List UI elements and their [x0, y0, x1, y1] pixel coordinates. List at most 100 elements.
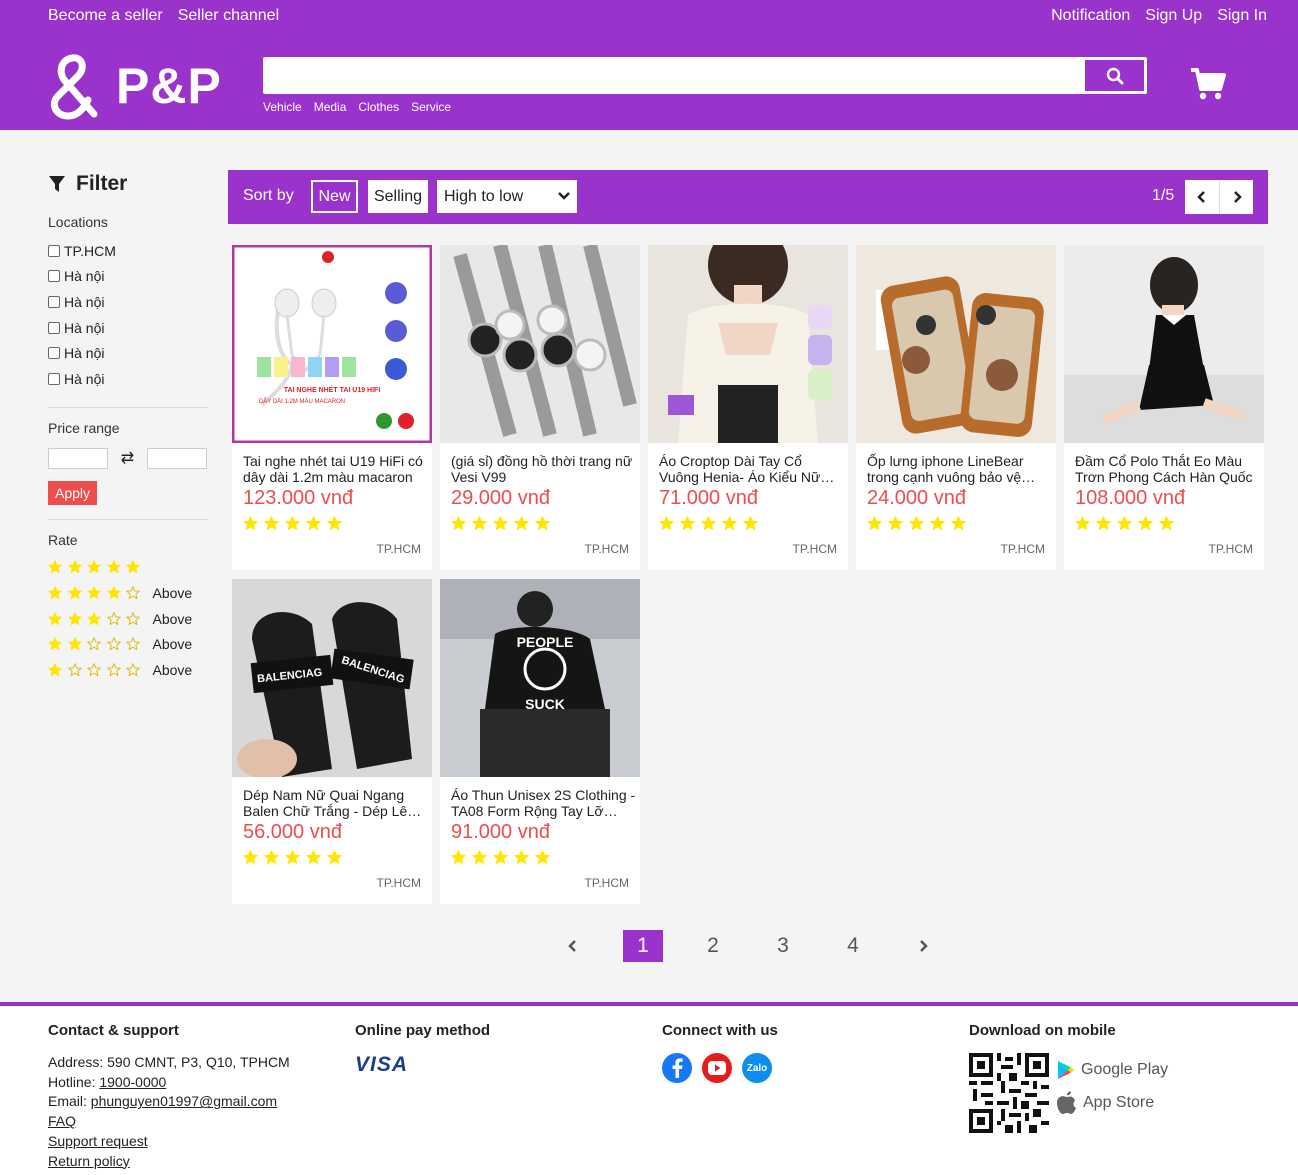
sign-up-link[interactable]: Sign Up [1145, 7, 1202, 25]
rating-filter-2[interactable]: Above [48, 631, 208, 657]
category-service[interactable]: Service [411, 100, 451, 114]
product-name[interactable]: Đầm Cổ Polo Thắt Eo Màu Trơn Phong Cách … [1075, 453, 1260, 485]
product-name[interactable]: Dép Nam Nữ Quai Ngang Balen Chữ Trắng - … [243, 787, 428, 819]
email-link[interactable]: phunguyen01997@gmail.com [91, 1093, 277, 1109]
location-checkbox[interactable] [48, 270, 60, 283]
google-play-icon [1058, 1060, 1075, 1079]
location-checkbox[interactable] [48, 295, 60, 308]
category-links: Vehicle Media Clothes Service [263, 100, 451, 114]
page-4-button[interactable]: 4 [833, 930, 873, 962]
prev-page-button[interactable] [1185, 180, 1219, 214]
location-option[interactable]: Hà nội [48, 340, 208, 366]
star-icon [680, 516, 695, 531]
product-image[interactable] [1064, 245, 1264, 443]
search-button[interactable] [1085, 60, 1144, 91]
pagination-prev-button[interactable] [563, 930, 583, 962]
google-play-link[interactable]: Google Play [1057, 1053, 1168, 1086]
rating-filter-5[interactable] [48, 555, 208, 581]
product-card[interactable]: Ốp lưng iphone LineBear trong cạnh vuông… [856, 245, 1056, 570]
price-min-input[interactable] [48, 447, 108, 469]
category-clothes[interactable]: Clothes [358, 100, 399, 114]
site-header: Become a seller Seller channel Notificat… [0, 0, 1298, 130]
product-image[interactable]: BALENCIAG BALENCIAG [232, 579, 432, 777]
product-image[interactable] [856, 245, 1056, 443]
seller-channel-link[interactable]: Seller channel [178, 7, 279, 25]
star-icon [451, 516, 466, 531]
location-option[interactable]: Hà nội [48, 264, 208, 290]
sort-price-select[interactable]: High to low [437, 180, 577, 213]
faq-link[interactable]: FAQ [48, 1113, 76, 1129]
rating-above-label: Above [152, 610, 193, 627]
search-input[interactable] [263, 57, 1083, 94]
location-option[interactable]: TP.HCM [48, 238, 208, 264]
logo[interactable]: P&P [48, 52, 222, 120]
apply-button[interactable]: Apply [48, 480, 97, 505]
star-icon [659, 516, 674, 531]
cart-button[interactable] [1190, 67, 1226, 106]
star-icon [1075, 516, 1090, 531]
zalo-icon[interactable]: Zalo [742, 1053, 772, 1083]
app-store-link[interactable]: App Store [1057, 1086, 1168, 1119]
product-image[interactable]: PEOPLE SUCK [440, 579, 640, 777]
category-vehicle[interactable]: Vehicle [263, 100, 302, 114]
sign-in-link[interactable]: Sign In [1217, 7, 1267, 25]
product-price: 24.000 vnđ [867, 487, 966, 509]
product-card[interactable]: Áo Croptop Dài Tay Cổ Vuông Henia- Áo Ki… [648, 245, 848, 570]
location-checkbox[interactable] [48, 347, 60, 360]
sort-new-button[interactable]: New [311, 180, 358, 213]
rating-filter-4[interactable]: Above [48, 580, 208, 606]
notification-link[interactable]: Notification [1051, 7, 1130, 25]
product-image[interactable] [440, 245, 640, 443]
rating-filter-1[interactable]: Above [48, 657, 208, 683]
facebook-icon[interactable] [662, 1053, 692, 1083]
product-card[interactable]: PEOPLE SUCK Áo Thun Unisex 2S Clothing - T… [440, 579, 640, 904]
product-name[interactable]: Áo Croptop Dài Tay Cổ Vuông Henia- Áo Ki… [659, 453, 844, 485]
star-icon [106, 611, 121, 626]
star-icon [243, 516, 258, 531]
product-rating [1075, 516, 1180, 536]
price-max-input[interactable] [147, 447, 207, 469]
product-image[interactable] [648, 245, 848, 443]
product-name[interactable]: (giá sỉ) đồng hồ thời trang nữ Vesi V99 [451, 453, 636, 485]
sort-selling-button[interactable]: Selling [368, 180, 428, 213]
category-media[interactable]: Media [314, 100, 347, 114]
pagination-next-button[interactable] [913, 930, 933, 962]
page-3-button[interactable]: 3 [763, 930, 803, 962]
divider [48, 406, 208, 408]
search-box [263, 57, 1147, 94]
product-name[interactable]: Áo Thun Unisex 2S Clothing - TA08 Form R… [451, 787, 636, 819]
page-1-button[interactable]: 1 [623, 930, 663, 962]
location-checkbox[interactable] [48, 372, 60, 385]
star-icon [514, 850, 529, 865]
location-option[interactable]: Hà nội [48, 366, 208, 392]
hotline-link[interactable]: 1900-0000 [99, 1074, 166, 1090]
rating-filter-3[interactable]: Above [48, 606, 208, 632]
star-icon [87, 637, 101, 651]
product-location: TP.HCM [1000, 542, 1045, 556]
logo-icon [50, 54, 98, 120]
star-icon [126, 611, 140, 626]
contact-support-title: Contact & support [48, 1022, 179, 1039]
next-page-button[interactable] [1219, 180, 1253, 214]
support-request-link[interactable]: Support request [48, 1133, 148, 1149]
become-seller-link[interactable]: Become a seller [48, 7, 163, 25]
youtube-icon[interactable] [702, 1053, 732, 1083]
product-name[interactable]: Tai nghe nhét tai U19 HiFi có dây dài 1.… [243, 453, 428, 485]
product-card[interactable]: Đầm Cổ Polo Thắt Eo Màu Trơn Phong Cách … [1064, 245, 1264, 570]
star-icon [535, 850, 550, 865]
location-option[interactable]: Hà nội [48, 315, 208, 341]
page-2-button[interactable]: 2 [693, 930, 733, 962]
product-image[interactable]: TAI NGHE NHÉT TAI U19 HIFI DÂY DÀI 1.2M M… [232, 245, 432, 443]
product-price: 123.000 vnđ [243, 487, 354, 509]
product-location: TP.HCM [584, 542, 629, 556]
product-card[interactable]: BALENCIAG BALENCIAG Dép Nam Nữ Quai Ngang … [232, 579, 432, 904]
return-policy-link[interactable]: Return policy [48, 1153, 130, 1169]
product-card[interactable]: (giá sỉ) đồng hồ thời trang nữ Vesi V99 2… [440, 245, 640, 570]
rate-label: Rate [48, 531, 78, 548]
location-checkbox[interactable] [48, 244, 60, 257]
location-option[interactable]: Hà nội [48, 289, 208, 315]
star-icon [87, 586, 101, 600]
product-name[interactable]: Ốp lưng iphone LineBear trong cạnh vuông… [867, 453, 1052, 485]
product-card[interactable]: TAI NGHE NHÉT TAI U19 HIFI DÂY DÀI 1.2M M… [232, 245, 432, 570]
location-checkbox[interactable] [48, 321, 60, 334]
